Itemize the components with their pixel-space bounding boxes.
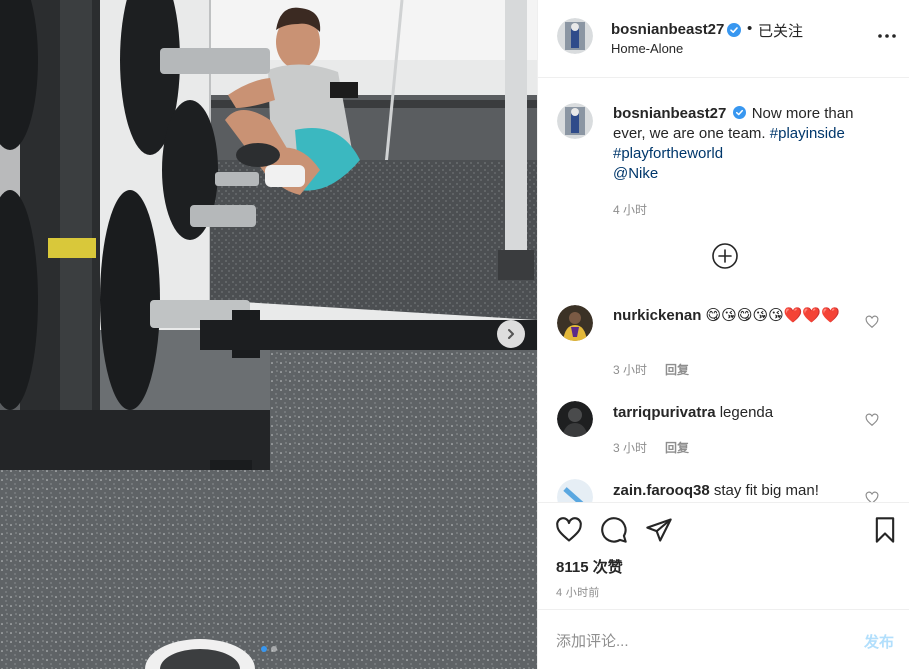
caption-time: 4 小时	[613, 203, 648, 217]
verified-badge-icon	[732, 106, 746, 119]
reply-button[interactable]: 回复	[665, 441, 689, 455]
author-avatar[interactable]	[557, 18, 593, 54]
comment-composer: 发布	[538, 609, 909, 669]
chevron-right-icon	[508, 329, 514, 339]
commenter-username[interactable]: nurkickenan	[613, 307, 701, 324]
comment-body: stay fit big man!	[713, 482, 819, 499]
like-count[interactable]: 8115 次赞	[556, 556, 623, 577]
post-media[interactable]	[0, 0, 537, 669]
verified-badge-icon	[727, 23, 741, 37]
post-photo	[0, 0, 537, 669]
commenter-username[interactable]: tarriqpurivatra	[613, 404, 716, 421]
more-horizontal-icon[interactable]	[876, 26, 898, 46]
commenter-username[interactable]: zain.farooq38	[613, 482, 710, 499]
hashtag-link[interactable]: #playfortheworld	[613, 145, 723, 162]
post-details-panel: bosnianbeast27 • 已关注 Home-Alone bosnianb…	[537, 0, 909, 669]
carousel-next-button[interactable]	[497, 320, 525, 348]
paper-plane-icon[interactable]	[645, 516, 673, 544]
comment-text: tarriqpurivatra legenda	[613, 403, 868, 423]
carousel-dot	[270, 646, 277, 652]
hashtag-link[interactable]: #playinside	[770, 125, 845, 142]
mention-link[interactable]: @Nike	[613, 165, 658, 182]
bookmark-icon[interactable]	[871, 516, 899, 544]
heart-icon[interactable]	[865, 315, 879, 329]
author-username[interactable]: bosnianbeast27	[611, 21, 724, 38]
reply-button[interactable]: 回复	[665, 363, 689, 377]
header-separator: •	[747, 20, 753, 37]
commenter-avatar[interactable]	[557, 479, 593, 502]
heart-icon[interactable]	[865, 491, 879, 502]
heart-icon[interactable]	[865, 413, 879, 427]
caption-text: bosnianbeast27 Now more than ever, we ar…	[613, 104, 868, 184]
post-location[interactable]: Home-Alone	[611, 41, 683, 56]
commenter-avatar[interactable]	[557, 305, 593, 341]
following-button[interactable]: 已关注	[758, 20, 803, 41]
comment-meta: 3 小时 回复	[613, 439, 689, 456]
heart-icon[interactable]	[555, 516, 583, 544]
author-avatar[interactable]	[557, 103, 593, 139]
commenter-avatar[interactable]	[557, 401, 593, 437]
comment-bubble-icon[interactable]	[600, 516, 628, 544]
comment-input[interactable]	[556, 630, 836, 652]
comments-list[interactable]: bosnianbeast27 Now more than ever, we ar…	[538, 79, 909, 502]
caption-username[interactable]: bosnianbeast27	[613, 105, 726, 122]
comment-body: 😋😘😋😘😘❤️❤️❤️	[705, 307, 840, 324]
action-bar: 8115 次赞 4 小时前	[538, 502, 909, 610]
comment-time: 3 小时	[613, 441, 648, 455]
comment-meta: 3 小时 回复	[613, 361, 689, 378]
comment-body: legenda	[719, 404, 774, 421]
comment-text: nurkickenan 😋😘😋😘😘❤️❤️❤️	[613, 306, 868, 326]
comment-time: 3 小时	[613, 363, 648, 377]
carousel-dot-active	[260, 646, 267, 652]
plus-circle-icon[interactable]	[711, 242, 739, 270]
carousel-indicator	[0, 646, 537, 652]
comment-text: zain.farooq38 stay fit big man!	[613, 481, 868, 501]
caption-timestamp: 4 小时	[613, 201, 647, 218]
post-header: bosnianbeast27 • 已关注 Home-Alone	[538, 0, 909, 78]
post-timestamp: 4 小时前	[556, 587, 600, 599]
post-comment-button[interactable]: 发布	[864, 631, 894, 652]
